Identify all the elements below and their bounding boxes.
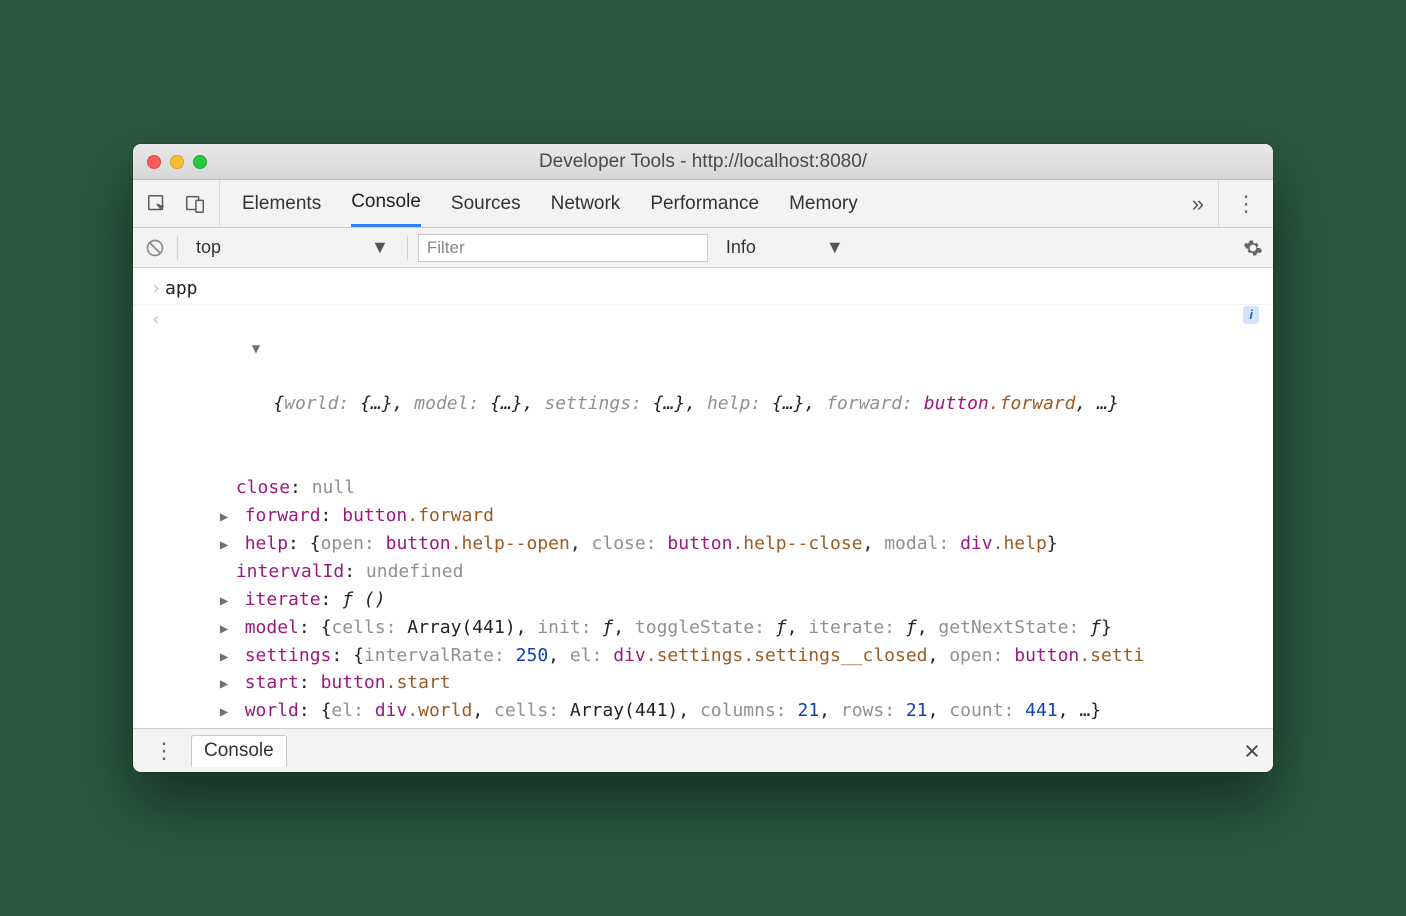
divider xyxy=(407,236,408,260)
console-settings-icon[interactable] xyxy=(1243,238,1263,258)
titlebar: Developer Tools - http://localhost:8080/ xyxy=(133,144,1273,180)
drawer-bar: ⋮ Console xyxy=(133,728,1273,772)
divider xyxy=(177,236,178,260)
zoom-window-button[interactable] xyxy=(193,155,207,169)
tab-memory[interactable]: Memory xyxy=(789,180,858,227)
object-property-row[interactable]: ▶ help: {open: button.help--open, close:… xyxy=(133,530,1273,558)
tab-elements[interactable]: Elements xyxy=(242,180,321,227)
disclosure-triangle-icon[interactable]: ▶ xyxy=(220,507,232,529)
log-level-select[interactable]: Info ▼ xyxy=(726,237,844,258)
object-property-row[interactable]: intervalId: undefined xyxy=(133,558,1273,586)
console-command: app xyxy=(165,275,198,303)
tab-performance[interactable]: Performance xyxy=(650,180,759,227)
disclosure-triangle-icon[interactable]: ▶ xyxy=(220,674,232,696)
input-prompt-icon: › xyxy=(147,275,165,303)
device-toolbar-icon[interactable] xyxy=(183,192,207,216)
close-window-button[interactable] xyxy=(147,155,161,169)
tab-network[interactable]: Network xyxy=(551,180,621,227)
log-level-value: Info xyxy=(726,237,756,258)
object-property-row[interactable]: ▶ model: {cells: Array(441), init: ƒ, to… xyxy=(133,614,1273,642)
execution-context-value: top xyxy=(196,237,221,258)
drawer-close-icon[interactable] xyxy=(1243,742,1261,760)
execution-context-select[interactable]: top ▼ xyxy=(188,234,397,262)
console-input-row[interactable]: › app xyxy=(133,274,1273,304)
disclosure-triangle-icon[interactable]: ▶ xyxy=(220,647,232,669)
devtools-window: Developer Tools - http://localhost:8080/… xyxy=(133,144,1273,772)
console-toolbar: top ▼ Info ▼ xyxy=(133,228,1273,268)
object-property-row[interactable]: ▶ iterate: ƒ () xyxy=(133,586,1273,614)
clear-console-icon[interactable] xyxy=(143,236,167,260)
panel-tabbar: Elements Console Sources Network Perform… xyxy=(133,180,1273,228)
drawer-tab-console[interactable]: Console xyxy=(191,735,287,767)
dropdown-arrow-icon: ▼ xyxy=(371,237,389,258)
settings-menu-icon[interactable]: ⋮ xyxy=(1218,180,1273,227)
dropdown-arrow-icon: ▼ xyxy=(826,237,844,258)
more-tabs-icon[interactable]: » xyxy=(1178,191,1218,217)
object-property-row[interactable]: ▶ world: {el: div.world, cells: Array(44… xyxy=(133,697,1273,725)
object-property-row[interactable]: ▶ start: button.start xyxy=(133,669,1273,697)
tab-sources[interactable]: Sources xyxy=(451,180,521,227)
disclosure-triangle-icon[interactable]: ▶ xyxy=(220,702,232,724)
info-badge[interactable]: i xyxy=(1243,306,1259,324)
window-title: Developer Tools - http://localhost:8080/ xyxy=(133,151,1273,173)
disclosure-triangle-icon[interactable]: ▶ xyxy=(220,591,232,613)
disclosure-triangle-icon[interactable]: ▶ xyxy=(220,619,232,641)
console-output-row[interactable]: ‹ ▼ {world: {…}, model: {…}, settings: {… xyxy=(133,304,1273,474)
console-output: › app ‹ ▼ {world: {…}, model: {…}, setti… xyxy=(133,268,1273,728)
minimize-window-button[interactable] xyxy=(170,155,184,169)
traffic-lights xyxy=(147,155,207,169)
object-property-row[interactable]: close: null xyxy=(133,474,1273,502)
tab-console[interactable]: Console xyxy=(351,180,421,227)
disclosure-triangle-icon[interactable]: ▶ xyxy=(220,535,232,557)
inspect-element-icon[interactable] xyxy=(145,192,169,216)
output-prompt-icon: ‹ xyxy=(147,306,165,334)
disclosure-triangle-icon[interactable]: ▼ xyxy=(252,339,264,361)
drawer-menu-icon[interactable]: ⋮ xyxy=(145,738,183,764)
object-property-row[interactable]: ▶ forward: button.forward xyxy=(133,502,1273,530)
filter-input[interactable] xyxy=(418,234,708,262)
object-property-row[interactable]: ▶ settings: {intervalRate: 250, el: div.… xyxy=(133,642,1273,670)
